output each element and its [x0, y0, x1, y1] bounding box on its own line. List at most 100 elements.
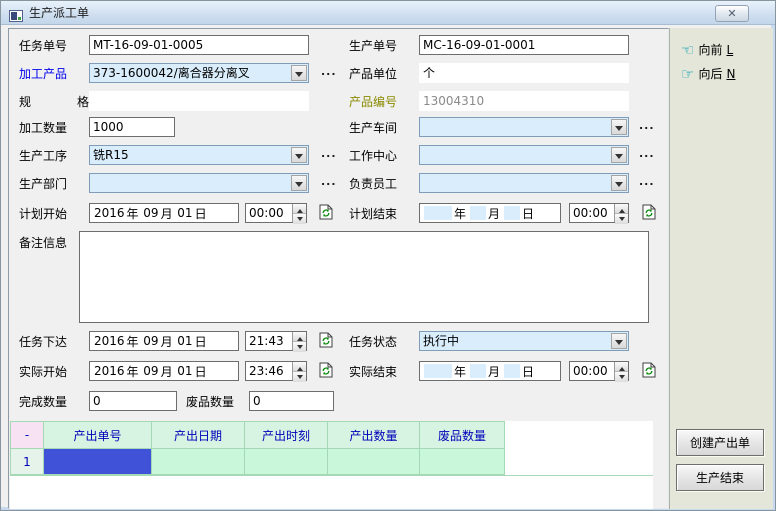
status-combo[interactable]: 执行中 [419, 331, 629, 351]
cell-output-date[interactable] [152, 449, 245, 475]
qty-input[interactable] [89, 117, 175, 137]
issue-date[interactable]: 2016年09月01日 [89, 331, 239, 351]
employee-more-button[interactable]: ... [639, 179, 657, 191]
dept-dropdown-button[interactable] [291, 175, 307, 191]
plan-end-date[interactable]: 年月日 [419, 203, 561, 223]
cell-scrap-qty[interactable] [420, 449, 505, 475]
actual-start-date[interactable]: 2016年09月01日 [89, 361, 239, 381]
plan-end-time[interactable] [569, 203, 629, 223]
day-value[interactable]: 01 [177, 364, 193, 378]
product-more-button[interactable]: ... [321, 69, 339, 81]
spin-down-button[interactable] [615, 371, 628, 382]
employee-dropdown-button[interactable] [611, 175, 627, 191]
chevron-down-icon [615, 154, 623, 163]
month-value[interactable]: 09 [143, 364, 159, 378]
product-combo[interactable]: 373-1600042/离合器分离叉 [89, 63, 309, 83]
col-header-output-qty[interactable]: 产出数量 [328, 421, 420, 449]
spin-down-button[interactable] [293, 341, 306, 352]
output-grid: - 产出单号 产出日期 产出时刻 产出数量 废品数量 1 [10, 421, 653, 509]
create-output-button[interactable]: 创建产出单 [676, 429, 764, 456]
dept-combo[interactable] [89, 173, 309, 193]
plan-end-time-input[interactable] [570, 204, 614, 222]
title-bar[interactable]: 生产派工单 ✕ [1, 1, 775, 25]
chevron-down-icon [295, 154, 303, 163]
day-value[interactable]: 01 [177, 334, 193, 348]
actual-start-time-input[interactable] [246, 362, 292, 380]
status-dropdown-button[interactable] [611, 333, 627, 349]
actual-end-time-input[interactable] [570, 362, 614, 380]
cell-output-qty[interactable] [328, 449, 420, 475]
issue-time[interactable] [245, 331, 307, 351]
issue-refresh-button[interactable] [318, 332, 333, 349]
dept-more-button[interactable]: ... [321, 179, 339, 191]
process-more-button[interactable]: ... [321, 151, 339, 163]
prod-no-label: 生产单号 [349, 36, 413, 56]
workshop-combo[interactable] [419, 117, 629, 137]
day-value[interactable] [504, 364, 520, 378]
year-value[interactable]: 2016 [94, 334, 125, 348]
cell-output-time[interactable] [245, 449, 328, 475]
month-unit: 月 [161, 205, 173, 222]
col-header-output-time[interactable]: 产出时刻 [245, 421, 328, 449]
year-value[interactable] [424, 364, 452, 378]
year-value[interactable]: 2016 [94, 364, 125, 378]
product-dropdown-button[interactable] [291, 65, 307, 81]
process-combo[interactable]: 铣R15 [89, 145, 309, 165]
done-qty-input[interactable] [89, 391, 177, 411]
spin-up-button[interactable] [293, 332, 306, 341]
end-production-button[interactable]: 生产结束 [676, 464, 764, 491]
employee-combo[interactable] [419, 173, 629, 193]
remark-textarea[interactable] [79, 231, 649, 323]
actual-start-time[interactable] [245, 361, 307, 381]
month-value[interactable]: 09 [143, 334, 159, 348]
day-value[interactable]: 01 [177, 206, 193, 220]
spin-up-button[interactable] [615, 204, 628, 213]
plan-start-date[interactable]: 2016年09月01日 [89, 203, 239, 223]
task-no-input[interactable] [89, 35, 309, 55]
prod-no-input[interactable] [419, 35, 629, 55]
spin-down-button[interactable] [293, 371, 306, 382]
year-value[interactable] [424, 206, 452, 220]
process-dropdown-button[interactable] [291, 147, 307, 163]
actual-end-time[interactable] [569, 361, 629, 381]
month-value[interactable] [470, 364, 486, 378]
workcenter-combo[interactable] [419, 145, 629, 165]
plan-end-refresh-button[interactable] [641, 204, 656, 221]
workcenter-dropdown-button[interactable] [611, 147, 627, 163]
actual-end-date[interactable]: 年月日 [419, 361, 561, 381]
spin-down-button[interactable] [615, 213, 628, 224]
arrow-up-icon [619, 364, 625, 371]
spin-up-button[interactable] [293, 362, 306, 371]
workshop-dropdown-button[interactable] [611, 119, 627, 135]
issue-time-input[interactable] [246, 332, 292, 350]
day-unit: 日 [195, 333, 207, 350]
scrap-qty-input[interactable] [249, 391, 334, 411]
year-value[interactable]: 2016 [94, 206, 125, 220]
plan-start-time[interactable] [245, 203, 307, 223]
cell-output-no-selected[interactable] [44, 449, 152, 475]
spin-up-button[interactable] [615, 362, 628, 371]
month-value[interactable]: 09 [143, 206, 159, 220]
actual-start-refresh-button[interactable] [318, 362, 333, 379]
col-header-scrap-qty[interactable]: 废品数量 [420, 421, 505, 449]
hand-right-icon: ☞ [681, 67, 694, 81]
close-button[interactable]: ✕ [715, 5, 749, 22]
process-combo-value: 铣R15 [93, 146, 290, 164]
workcenter-more-button[interactable]: ... [639, 151, 657, 163]
col-header-output-no[interactable]: 产出单号 [44, 421, 152, 449]
col-header-output-date[interactable]: 产出日期 [152, 421, 245, 449]
spin-down-button[interactable] [293, 213, 306, 224]
arrow-up-icon [297, 206, 303, 213]
row-number-cell[interactable]: 1 [10, 449, 44, 475]
actual-end-refresh-button[interactable] [641, 362, 656, 379]
workshop-more-button[interactable]: ... [639, 123, 657, 135]
refresh-date-icon [319, 332, 333, 348]
nav-previous[interactable]: ☜ 向前 L [681, 41, 733, 58]
spin-up-button[interactable] [293, 204, 306, 213]
plan-start-refresh-button[interactable] [318, 204, 333, 221]
grid-corner-cell[interactable]: - [10, 421, 44, 449]
month-value[interactable] [470, 206, 486, 220]
day-value[interactable] [504, 206, 520, 220]
plan-start-time-input[interactable] [246, 204, 292, 222]
nav-next[interactable]: ☞ 向后 N [681, 65, 735, 82]
